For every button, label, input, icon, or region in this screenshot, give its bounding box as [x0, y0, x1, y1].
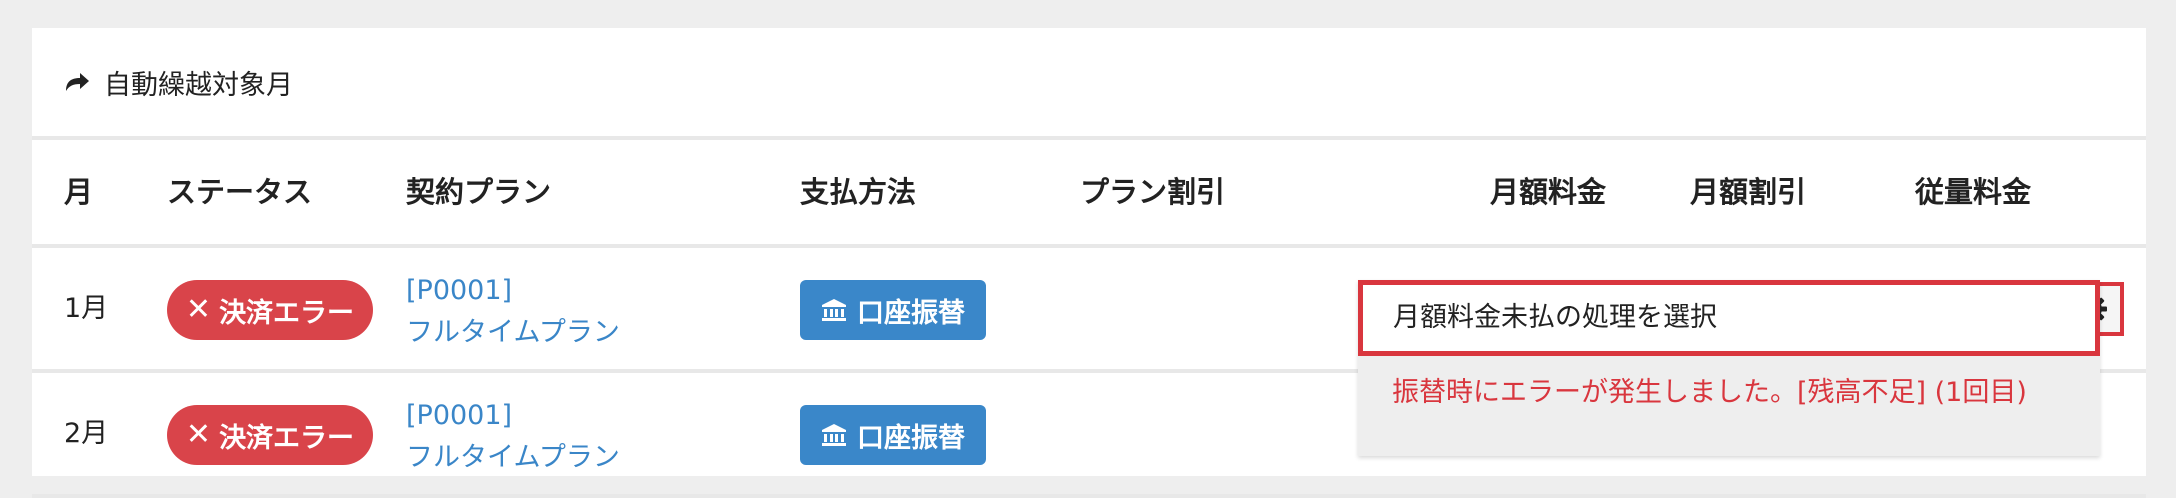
plan-link[interactable]: [P0001] フルタイムプラン [406, 270, 620, 354]
status-label: 決済エラー [219, 422, 355, 454]
select-unpaid-handling-item[interactable]: 月額料金未払の処理を選択 [1358, 280, 2100, 356]
bank-icon [822, 424, 846, 446]
plan-name[interactable]: フルタイムプラン [406, 312, 620, 354]
col-status: ステータス [167, 175, 313, 209]
col-plan: 契約プラン [406, 175, 552, 209]
actions-dropdown: 月額料金未払の処理を選択 振替時にエラーが発生しました。[残高不足] (1回目) [1358, 280, 2100, 456]
col-monthly-discount: 月額割引 [1690, 175, 1807, 209]
col-usage-fee: 従量料金 [1915, 175, 2032, 209]
panel-header: 自動繰越対象月 [32, 28, 2146, 140]
col-payment: 支払方法 [800, 175, 917, 209]
plan-code[interactable]: [P0001] [406, 270, 620, 312]
error-message: 振替時にエラーが発生しました。[残高不足] (1回目) [1392, 377, 2027, 408]
share-arrow-icon [66, 73, 89, 91]
status-badge: ✕ 決済エラー [167, 405, 373, 465]
close-x-icon: ✕ [185, 417, 212, 452]
payment-badge: 口座振替 [800, 405, 986, 465]
col-plan-discount: プラン割引 [1080, 175, 1226, 209]
payment-label: 口座振替 [857, 422, 965, 454]
payment-label: 口座振替 [857, 297, 965, 329]
status-label: 決済エラー [219, 297, 355, 329]
panel-title-text: 自動繰越対象月 [104, 69, 293, 101]
panel-title: 自動繰越対象月 [64, 63, 293, 102]
row-month: 1月 [64, 293, 109, 324]
plan-link[interactable]: [P0001] フルタイムプラン [406, 395, 620, 479]
col-month: 月 [64, 175, 94, 209]
plan-code[interactable]: [P0001] [406, 395, 620, 437]
col-monthly-fee: 月額料金 [1490, 175, 1607, 209]
table-header: 月 ステータス 契約プラン 支払方法 プラン割引 月額料金 月額割引 従量料金 [32, 140, 2146, 248]
close-x-icon: ✕ [185, 292, 212, 327]
bank-icon [822, 299, 846, 321]
payment-badge: 口座振替 [800, 280, 986, 340]
status-badge: ✕ 決済エラー [167, 280, 373, 340]
plan-name[interactable]: フルタイムプラン [406, 437, 620, 479]
